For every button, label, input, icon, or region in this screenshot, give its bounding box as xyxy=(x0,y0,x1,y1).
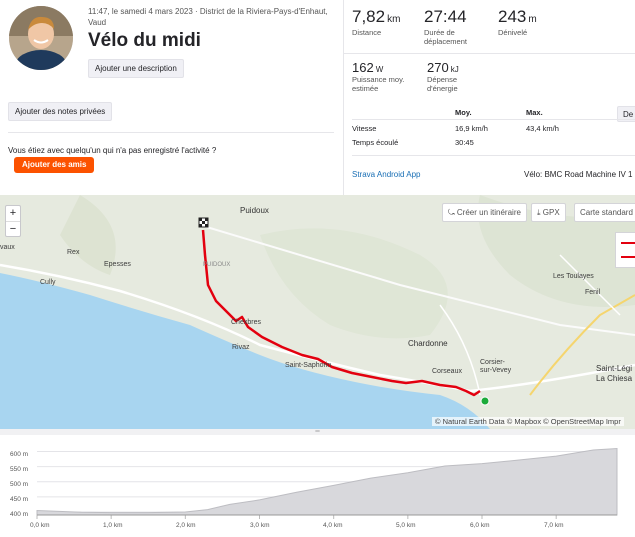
x-tick-label: 3,0 km xyxy=(250,522,270,529)
y-tick-label: 450 m xyxy=(10,496,29,503)
map-legend xyxy=(615,232,635,268)
map-canvas xyxy=(0,195,635,429)
place-puidoux-area: PUIDOUX xyxy=(203,262,231,268)
y-tick-label: 500 m xyxy=(10,481,29,488)
activity-page: 11:47, le samedi 4 mars 2023 · District … xyxy=(0,0,635,537)
max-column-header: Max. xyxy=(526,108,543,117)
activity-meta: 11:47, le samedi 4 mars 2023 · District … xyxy=(88,7,328,27)
place-saint-saphorin: Saint-Saphorin xyxy=(285,362,332,369)
create-route-button[interactable]: ⤿ Créer un itinéraire xyxy=(442,203,527,222)
stats-divider xyxy=(343,0,344,195)
energy-label: Dépense d'énergie xyxy=(427,75,458,93)
stats-divider-h xyxy=(343,53,635,54)
place-chexbres: Chexbres xyxy=(231,319,261,326)
zoom-in-button[interactable]: + xyxy=(6,206,20,221)
device-source-link[interactable]: Strava Android App xyxy=(352,170,421,179)
speed-label: Vitesse xyxy=(352,124,377,133)
place-puidoux: Puidoux xyxy=(240,206,269,215)
elapsed-label: Temps écoulé xyxy=(352,138,399,147)
place-les-toulayes: Les Toulayes xyxy=(553,273,594,280)
place-rex: Rex xyxy=(67,249,80,256)
speed-max: 43,4 km/h xyxy=(526,124,559,133)
zoom-control: + − xyxy=(5,205,21,237)
place-rivaz: Rivaz xyxy=(232,344,250,351)
y-tick-label: 400 m xyxy=(10,511,29,518)
add-private-notes-button[interactable]: Ajouter des notes privées xyxy=(8,102,113,121)
y-tick-label: 600 m xyxy=(10,451,29,458)
place-chardonne: Chardonne xyxy=(408,339,448,348)
x-tick-label: 7,0 km xyxy=(544,522,564,529)
table-divider xyxy=(352,119,635,120)
x-tick-label: 0,0 km xyxy=(30,522,50,529)
elevation-plot xyxy=(36,447,618,519)
power-label: Puissance moy. estimée xyxy=(352,75,405,93)
x-tick-label: 6,0 km xyxy=(470,522,490,529)
elevation-stat: 243 m xyxy=(498,7,537,26)
x-tick-label: 4,0 km xyxy=(323,522,343,529)
bike-info[interactable]: Vélo: BMC Road Machine IV 1 xyxy=(524,170,633,179)
unrecorded-companion-question: Vous étiez avec quelqu'un qui n'a pas en… xyxy=(8,146,217,155)
speed-avg: 16,9 km/h xyxy=(455,124,488,133)
y-tick-label: 550 m xyxy=(10,466,29,473)
moving-time-label: Durée de déplacement xyxy=(424,28,467,46)
place-cully: Cully xyxy=(40,279,56,286)
download-icon: ⤓ xyxy=(537,208,541,217)
place-epesses: Epesses xyxy=(104,261,131,268)
avg-column-header: Moy. xyxy=(455,108,472,117)
elapsed-value: 30:45 xyxy=(455,138,474,147)
map-style-button[interactable]: Carte standard xyxy=(574,203,635,222)
place-saint-legier: Saint-Légi La Chiesa xyxy=(596,364,633,383)
athlete-avatar[interactable] xyxy=(9,6,73,70)
gpx-download-button[interactable]: ⤓ GPX xyxy=(531,203,566,222)
distance-stat: 7,82 km xyxy=(352,7,401,26)
place-corsier: Corsier-sur-Vevey xyxy=(480,359,512,374)
add-friends-button[interactable]: Ajouter des amis xyxy=(14,157,95,173)
elevation-label: Dénivelé xyxy=(498,28,528,37)
add-description-button[interactable]: Ajouter une description xyxy=(88,59,184,78)
route-map[interactable]: + − ⤿ Créer un itinéraire ⤓ GPX Carte st… xyxy=(0,195,635,429)
place-corseaux: Corseaux xyxy=(432,368,462,375)
place-vaux: vaux xyxy=(0,244,15,251)
place-fenil: Fenil xyxy=(585,289,601,296)
distance-label: Distance xyxy=(352,28,382,37)
moving-time-stat: 27:44 xyxy=(424,7,467,26)
route-icon: ⤿ xyxy=(448,208,455,217)
x-tick-label: 1,0 km xyxy=(103,522,123,529)
zoom-out-button[interactable]: − xyxy=(6,221,20,236)
x-tick-label: 5,0 km xyxy=(396,522,416,529)
x-tick-label: 2,0 km xyxy=(176,522,196,529)
power-stat: 162 W xyxy=(352,60,384,75)
table-divider-bottom xyxy=(352,155,635,156)
activity-title: Vélo du midi xyxy=(88,30,201,51)
elevation-chart[interactable]: 600 m 550 m 500 m 450 m 400 m 0,0 km 1,0… xyxy=(0,435,635,537)
divider xyxy=(8,132,334,133)
energy-stat: 270 kJ xyxy=(427,60,459,75)
map-attribution[interactable]: © Natural Earth Data © Mapbox © OpenStre… xyxy=(432,417,624,426)
